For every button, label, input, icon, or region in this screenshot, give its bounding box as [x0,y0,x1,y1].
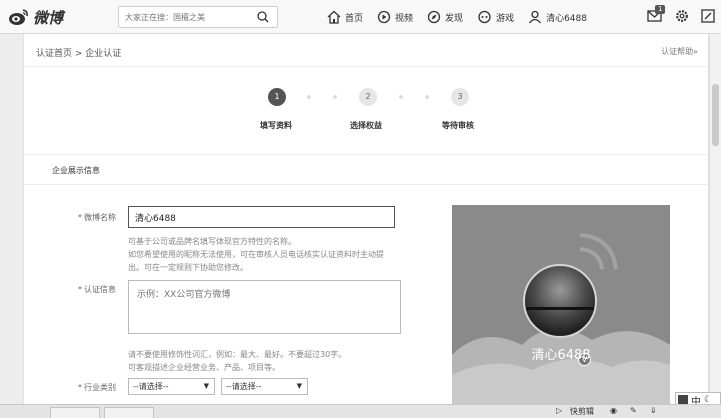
cert-info-hint-1: 请不要使用修饰性词汇，例如：最大、最好。不要超过30字。 [128,350,347,359]
step-3-number: 3 [451,88,469,106]
search-icon[interactable] [257,11,269,23]
required-mark: * [78,213,82,222]
required-mark: * [78,285,82,294]
search-input[interactable] [125,7,245,27]
cert-info-textarea[interactable] [128,280,401,334]
video-icon [377,10,391,24]
message-count-badge: 1 [655,4,666,14]
nav-home-label: 首页 [345,13,364,24]
dropdown-caret-icon: ▼ [203,382,209,390]
nav-games-label: 游戏 [496,13,515,24]
taskbar-tab[interactable] [104,407,154,418]
scrollbar-thumb[interactable] [712,84,719,146]
preview-avatar [523,264,597,338]
settings-button[interactable] [675,9,689,26]
weibo-logo[interactable]: 微博 [8,5,63,29]
weibo-name-hint-2: 如您希望使用的昵称无法使用，可在审核人员电话核实认证资料时主动提 [128,250,384,259]
verification-card: 认证首页 > 企业认证 认证帮助» 1 2 3 填写资料 选择权益 等待审核 企… [23,34,710,404]
messages-button[interactable]: 1 [647,4,666,26]
preview-name: 清心6488 [531,348,591,363]
taskbar-tab[interactable] [50,407,100,418]
industry-label-text: 行业类别 [84,383,116,392]
user-icon [529,10,542,24]
weibo-name-hint-1: 可基于公司或品牌名填写体现官方特性的名称。 [128,237,296,246]
industry-label: * 行业类别 [56,382,116,393]
step-dot [333,95,337,99]
breadcrumb[interactable]: 认证首页 > 企业认证 [36,46,121,59]
step-dot [399,95,403,99]
divider [24,154,710,155]
cert-info-label: * 认证信息 [56,284,116,295]
weibo-name-label-text: 微博名称 [84,213,116,222]
section-title: 企业展示信息 [52,166,100,175]
compass-icon [427,10,441,24]
search-box[interactable] [118,6,278,28]
download-icon[interactable]: ⇓ [650,406,657,415]
nav-profile-label: 清心6488 [546,13,587,24]
nav-video[interactable]: 视频 [377,10,413,24]
weibo-name-input[interactable] [128,206,395,228]
divider [24,184,710,185]
industry-select-primary[interactable]: --请选择-- ▼ [128,378,215,395]
main-nav: 首页 视频 发现 游戏 清心6488 [327,0,601,34]
top-navbar: 微博 首页 视频 发现 [0,0,721,34]
industry-select-secondary[interactable]: --请选择-- ▼ [221,378,308,395]
step-dot [425,95,429,99]
help-link[interactable]: 认证帮助» [661,46,698,57]
play-icon[interactable]: ▷ [556,406,562,415]
nav-video-label: 视频 [395,13,414,24]
nav-profile[interactable]: 清心6488 [528,10,587,24]
dropdown-caret-icon: ▼ [296,382,302,390]
nav-discover-label: 发现 [445,13,464,24]
gamepad-icon [478,10,491,24]
weibo-name-hint-3: 出。可在一定规则下协助您修改。 [128,263,248,272]
logo-text: 微博 [33,8,64,27]
gear-icon [676,9,688,22]
edit-icon [701,8,715,23]
industry-select-primary-value: --请选择-- [133,382,169,391]
industry-select-secondary-value: --请选择-- [226,382,262,391]
target-icon[interactable]: ◉ [610,406,617,415]
step-2-label: 选择权益 [350,121,382,130]
step-dot [307,95,311,99]
nav-discover[interactable]: 发现 [427,10,463,24]
step-3-label: 等待审核 [442,121,474,130]
weibo-name-label: * 微博名称 [56,212,116,223]
browser-statusbar: ▷ 快剪辑 ◉ ✎ ⇓ [0,404,721,418]
step-2-number: 2 [359,88,377,106]
home-icon [327,10,341,24]
page-scrollbar[interactable] [709,34,721,404]
step-1-number: 1 [268,88,286,106]
profile-preview: V 清心6488 [452,205,670,404]
nav-right-tools: 1 [635,0,715,34]
step-1-label: 填写资料 [260,121,292,130]
required-mark: * [78,383,82,392]
compose-button[interactable] [701,8,715,26]
weibo-eye-icon [9,9,28,25]
cert-info-label-text: 认证信息 [84,285,116,294]
cert-info-hint-2: 可客观描述企业经营业务、产品、项目等。 [128,363,280,372]
pin-icon[interactable]: ✎ [630,406,637,415]
nav-games[interactable]: 游戏 [477,10,514,24]
nav-home[interactable]: 首页 [327,10,363,24]
divider [24,66,710,67]
quick-clip-button[interactable]: 快剪辑 [570,406,594,417]
